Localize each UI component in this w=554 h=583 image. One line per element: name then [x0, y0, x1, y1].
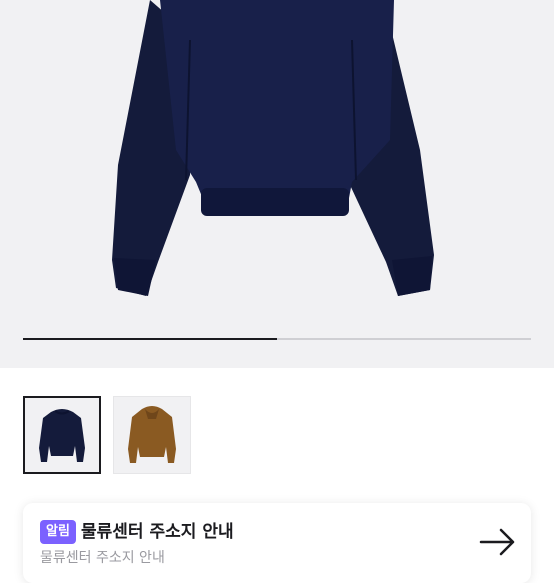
thumbnail-brown[interactable] — [113, 396, 191, 474]
carousel-progress-bar — [23, 338, 531, 340]
notice-title: 물류센터 주소지 안내 — [81, 522, 234, 542]
brown-hoodie-thumbnail-icon — [128, 406, 176, 463]
arrow-right-icon[interactable] — [479, 527, 517, 557]
carousel-progress-fill — [23, 338, 277, 340]
notice-badge: 알림 — [40, 520, 76, 544]
thumbnail-navy[interactable] — [23, 396, 101, 474]
navy-hoodie-image — [112, 0, 434, 296]
notice-banner[interactable]: 알림 물류센터 주소지 안내 물류센터 주소지 안내 — [23, 503, 531, 583]
product-image-carousel[interactable] — [0, 0, 554, 368]
navy-hoodie-thumbnail-icon — [39, 409, 85, 462]
notice-subtitle: 물류센터 주소지 안내 — [40, 550, 165, 566]
